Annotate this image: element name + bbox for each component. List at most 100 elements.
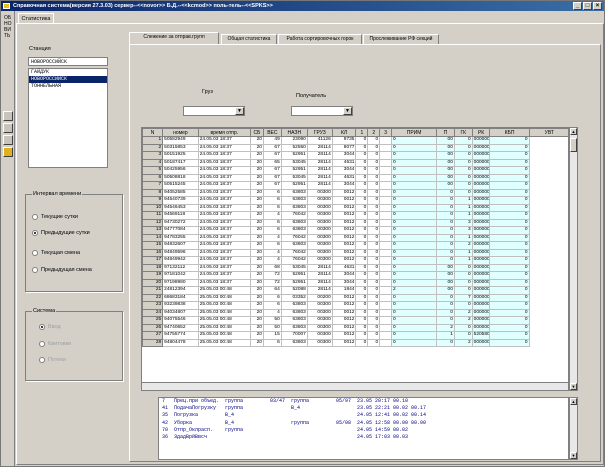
column-header[interactable]: РК <box>471 128 491 137</box>
log-entry[interactable]: 42 Уборка В_4 группа 05/08 24.05 12:58 0… <box>159 420 568 427</box>
table-row[interactable]: 15 94832607 24.05.03 18:37 20 6 63803 00300 001… <box>142 241 569 250</box>
table-row[interactable]: 19 97181042 24.05.03 18:37 20 72 52951 28114 30… <box>142 271 569 280</box>
maximize-button[interactable]: □ <box>583 2 592 10</box>
minimize-button[interactable]: _ <box>573 2 582 10</box>
table-row[interactable]: 6 50508818 24.05.03 18:37 20 67 53045 28114 463… <box>142 173 569 182</box>
table-row[interactable]: 11 94569118 24.05.03 18:37 20 4 76042 00300 001… <box>142 211 569 220</box>
table-row[interactable]: 16 94849596 24.05.03 18:37 20 4 76042 00300 001… <box>142 248 569 257</box>
column-header[interactable]: 1 <box>355 128 369 137</box>
table-row[interactable]: 9 94540739 24.05.03 18:37 20 6 63803 00300 0012… <box>142 196 569 205</box>
station-list-item[interactable]: НОВОРОССИЙСК <box>29 76 107 83</box>
tool-button-1[interactable] <box>3 111 13 121</box>
table-row[interactable]: 26 94740652 25.05.03 00:48 20 50 63803 00300 00… <box>142 323 569 332</box>
tool-button-4[interactable] <box>3 147 13 157</box>
column-header[interactable]: номер <box>162 128 199 137</box>
column-header[interactable]: СБ <box>249 128 264 137</box>
table-cell: 50515245 <box>162 181 199 190</box>
table-row[interactable]: 13 94777084 24.05.03 18:37 20 6 63803 00300 001… <box>142 226 569 235</box>
column-header[interactable]: ГРУЗ <box>306 128 333 137</box>
station-list-item[interactable]: ГАЙДУК <box>29 69 107 76</box>
table-cell: 94730272 <box>162 218 199 227</box>
column-header[interactable]: 3 <box>379 128 393 137</box>
radio-current-day[interactable]: Текущие сутки <box>32 214 78 220</box>
cargo-combo[interactable]: ▼ <box>183 106 245 116</box>
table-row[interactable]: 8 94052585 24.05.03 18:37 20 6 63803 00300 0012… <box>142 188 569 197</box>
table-cell: 24.05.03 18:37 <box>197 211 251 220</box>
column-header[interactable]: УВТ <box>528 128 568 137</box>
table-row[interactable]: 12 94730272 24.05.03 18:37 20 6 63803 00300 001… <box>142 218 569 227</box>
table-cell: 20 <box>249 166 264 175</box>
table-row[interactable]: 20 97198980 24.05.03 18:37 20 72 52951 28114 30… <box>142 278 569 287</box>
column-header[interactable]: ПРИМ <box>391 128 438 137</box>
table-cell: 52951 <box>280 151 308 160</box>
refresh-vertical-label[interactable]: ОБНОВИТЬ <box>4 15 12 39</box>
table-row[interactable]: 10 94546453 24.05.03 18:37 20 6 63803 00300 001… <box>142 203 569 212</box>
table-cell: 000000 <box>471 158 491 167</box>
column-header[interactable]: НАЗН <box>280 128 308 137</box>
table-row[interactable]: 21 24812394 25.05.03 00:48 20 64 52088 28114 18… <box>142 286 569 295</box>
chevron-down-icon[interactable]: ▼ <box>235 107 244 115</box>
scroll-up-icon[interactable]: ▲ <box>570 398 577 405</box>
column-header[interactable]: 2 <box>367 128 381 137</box>
station-input[interactable]: НОВОРОССИЙСК <box>28 57 108 66</box>
table-row[interactable]: 22 68683184 25.05.03 00:48 20 6 03352 00200 001… <box>142 293 569 302</box>
table-cell: 20 <box>249 301 264 310</box>
log-scrollbar[interactable]: ▲ ▼ <box>569 397 578 460</box>
table-cell: 6 <box>262 293 282 302</box>
table-cell <box>379 293 393 302</box>
tab-general-stats[interactable]: Общая статистика <box>221 34 277 44</box>
table-row[interactable]: 1 50582949 24.05.03 18:37 20 49 23090 41126 973… <box>142 136 569 145</box>
table-cell: 0 <box>489 218 530 227</box>
table-row[interactable]: 5 50425956 24.05.03 18:37 20 67 52951 28114 304… <box>142 166 569 175</box>
radio-previous-day[interactable]: Предыдущие сутки <box>32 230 90 236</box>
close-button[interactable]: × <box>593 2 602 10</box>
chevron-down-icon[interactable]: ▼ <box>343 107 352 115</box>
operations-log[interactable]: 7 Прец.при объед. группа 03/47 группа 05… <box>158 397 569 460</box>
column-header[interactable]: П <box>436 128 455 137</box>
log-entry[interactable]: 7 Прец.при объед. группа 03/47 группа 05… <box>159 398 568 405</box>
column-header[interactable]: КБП <box>489 128 530 137</box>
table-row[interactable]: 7 50515245 24.05.03 18:37 20 67 52951 28114 304… <box>142 181 569 190</box>
column-header[interactable]: N <box>142 128 164 137</box>
log-entry[interactable]: 35 Погрузка В_4 24.05 12:41 00.02 00.14 <box>159 412 568 419</box>
table-row[interactable]: 23 93239838 25.05.03 00:48 20 6 63803 00300 001… <box>142 301 569 310</box>
station-list-item[interactable]: ТОННЕЛЬНАЯ <box>29 83 107 90</box>
scroll-up-icon[interactable]: ▲ <box>570 128 577 135</box>
grid-horizontal-scrollbar[interactable] <box>141 382 569 391</box>
tab-hump-work[interactable]: Работа сортировочных горок <box>278 34 362 44</box>
scroll-down-icon[interactable]: ▼ <box>570 383 577 390</box>
grid-vertical-scrollbar[interactable]: ▲ ▼ <box>569 127 578 391</box>
table-cell: 0 <box>355 331 369 340</box>
table-row[interactable]: 4 50187417 24.05.03 18:37 20 65 53045 28114 463… <box>142 158 569 167</box>
station-list[interactable]: ГАЙДУК НОВОРОССИЙСК ТОННЕЛЬНАЯ <box>28 68 108 168</box>
tool-button-2[interactable] <box>3 123 13 133</box>
scroll-thumb[interactable] <box>570 138 577 152</box>
table-cell: 64 <box>262 286 282 295</box>
tab-rf-sections[interactable]: Прослеживание РФ секций <box>363 34 439 44</box>
table-row[interactable]: 18 97132112 24.05.03 18:37 20 68 53045 28114 46… <box>142 263 569 272</box>
column-header[interactable]: КЛ <box>331 128 357 137</box>
log-entry[interactable]: 70 Отпр_Оклрасп. группа 24.05 14:59 00.0… <box>159 427 568 434</box>
log-entry[interactable]: 41 ПодачаПогрузку группа В_4 23.05 22:21… <box>159 405 568 412</box>
column-header[interactable]: ВЕС <box>262 128 282 137</box>
table-row[interactable]: 14 94783255 24.05.03 18:37 20 4 76042 00300 001… <box>142 233 569 242</box>
column-header[interactable]: время отпр. <box>197 128 251 137</box>
receiver-combo[interactable]: ▼ <box>291 106 353 116</box>
table-row[interactable]: 25 94075546 25.05.03 00:48 20 50 63803 00300 00… <box>142 316 569 325</box>
column-header[interactable]: ГК <box>453 128 473 137</box>
radio-current-shift[interactable]: Текущая смена <box>32 250 80 256</box>
table-row[interactable]: 2 50315853 24.05.03 18:37 20 67 52550 28114 807… <box>142 143 569 152</box>
table-row[interactable]: 24 94034807 25.05.03 00:48 20 4 63803 00300 001… <box>142 308 569 317</box>
table-row[interactable]: 17 94849942 24.05.03 18:37 20 4 76042 00300 001… <box>142 256 569 265</box>
table-cell: 0 <box>391 173 438 182</box>
table-row[interactable]: 27 94755774 25.05.03 00:48 20 15 70007 00300 00… <box>142 331 569 340</box>
table-row[interactable]: 3 50151925 24.05.03 18:37 20 67 52951 28114 304… <box>142 151 569 160</box>
scroll-down-icon[interactable]: ▼ <box>570 452 577 459</box>
radio-previous-shift[interactable]: Предыдущая смена <box>32 267 92 273</box>
table-row[interactable]: 28 94804478 25.05.03 00:48 20 6 63803 00300 001… <box>142 338 569 347</box>
log-entry[interactable]: 36 ЗдадВрйВвсч 24.05 17:03 00.03 <box>159 434 568 441</box>
shipments-grid[interactable]: Nномер время отпр. СБ ВЕС НАЗН ГРУЗ КЛ 1 2 3 ПРИМ П… <box>141 127 569 391</box>
tool-button-3[interactable] <box>3 135 13 145</box>
table-cell: 63803 <box>280 338 308 347</box>
tab-group-tracking[interactable]: Слежение за отправ.групп <box>129 32 219 44</box>
